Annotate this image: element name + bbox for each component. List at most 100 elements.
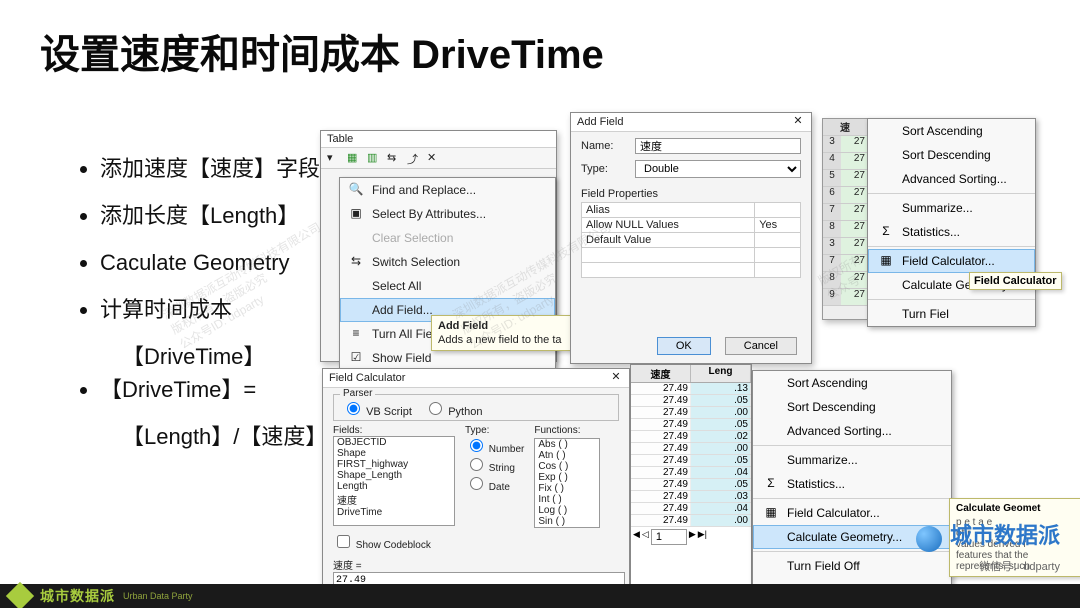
menu-item[interactable]: ▦Field Calculator... bbox=[868, 249, 1035, 273]
list-item[interactable]: Cos ( ) bbox=[535, 461, 599, 472]
menu-item-label: Switch Selection bbox=[372, 255, 460, 269]
cancel-button[interactable]: Cancel bbox=[725, 337, 797, 355]
table-nav[interactable]: ◀ ◁ ▶ ▶| bbox=[631, 527, 751, 547]
menu-item-label: Show Field bbox=[372, 351, 431, 365]
toolbar-select-icon[interactable]: ▥ bbox=[367, 151, 381, 165]
nav-last-icon[interactable]: ▶| bbox=[698, 529, 707, 545]
list-item[interactable]: 速度 bbox=[334, 492, 454, 507]
toolbar-related-icon[interactable]: ▦ bbox=[347, 151, 361, 165]
table-options-menu: 🔍Find and Replace...▣Select By Attribute… bbox=[339, 177, 556, 395]
nav-first-icon[interactable]: ◀ bbox=[633, 529, 640, 545]
footer-bar: 城市数据派 Urban Data Party bbox=[0, 584, 1080, 608]
table-row[interactable]: 27.49.00 bbox=[631, 443, 751, 455]
menu-item-icon bbox=[763, 423, 779, 439]
bullet: 【DriveTime】= bbox=[100, 373, 356, 406]
table-row[interactable]: 27.49.05 bbox=[631, 395, 751, 407]
name-label: Name: bbox=[581, 140, 627, 152]
menu-item[interactable]: Sort Ascending bbox=[753, 371, 951, 395]
fields-label: Fields: bbox=[333, 425, 455, 436]
menu-item[interactable]: Sort Ascending bbox=[868, 119, 1035, 143]
list-item[interactable]: DriveTime bbox=[334, 507, 454, 518]
nav-index-input[interactable] bbox=[651, 529, 687, 545]
menu-item-label: Summarize... bbox=[902, 201, 973, 215]
list-item[interactable]: Length bbox=[334, 481, 454, 492]
list-item[interactable]: Int ( ) bbox=[535, 494, 599, 505]
functions-listbox[interactable]: Abs ( )Atn ( )Cos ( )Exp ( )Fix ( )Int (… bbox=[534, 438, 600, 528]
table-row[interactable]: 27.49.00 bbox=[631, 515, 751, 527]
table-row[interactable]: 27.49.05 bbox=[631, 479, 751, 491]
menu-item-label: Add Field... bbox=[372, 303, 433, 317]
menu-item[interactable]: Sort Descending bbox=[868, 143, 1035, 167]
parser-vbscript-radio[interactable]: VB Script bbox=[342, 406, 412, 418]
menu-item[interactable]: Summarize... bbox=[753, 448, 951, 472]
menu-item[interactable]: ΣStatistics... bbox=[868, 220, 1035, 244]
menu-item: Clear Selection bbox=[340, 226, 555, 250]
menu-item-icon bbox=[348, 230, 364, 246]
menu-item[interactable]: Select All bbox=[340, 274, 555, 298]
field-type-select[interactable]: Double bbox=[635, 160, 801, 178]
show-codeblock-checkbox[interactable]: Show Codeblock bbox=[333, 532, 619, 551]
menu-item[interactable]: Advanced Sorting... bbox=[753, 419, 951, 443]
list-item[interactable]: Abs ( ) bbox=[535, 439, 599, 450]
nav-next-icon[interactable]: ▶ bbox=[689, 529, 696, 545]
menu-item[interactable]: Summarize... bbox=[868, 196, 1035, 220]
table-row[interactable]: 27.49.13 bbox=[631, 383, 751, 395]
list-item[interactable]: Fix ( ) bbox=[535, 483, 599, 494]
table-row[interactable]: 27.49.02 bbox=[631, 431, 751, 443]
column-context-menu-1: Sort AscendingSort Descending Advanced So… bbox=[867, 118, 1036, 327]
type-string-radio[interactable]: String bbox=[465, 455, 524, 474]
tooltip-title: Calculate Geomet bbox=[956, 503, 1080, 514]
col-header[interactable]: Leng bbox=[691, 365, 751, 382]
expression-label: 速度 = bbox=[333, 557, 619, 572]
menu-item[interactable]: 🔍Find and Replace... bbox=[340, 178, 555, 202]
field-name-input[interactable] bbox=[635, 138, 801, 154]
attribute-table[interactable]: 速度 Leng 27.49.1327.49.0527.49.0027.49.05… bbox=[630, 364, 752, 596]
close-icon[interactable]: ✕ bbox=[609, 371, 623, 385]
table-panel-title: Table bbox=[327, 133, 353, 145]
ok-button[interactable]: OK bbox=[657, 337, 711, 355]
nav-prev-icon[interactable]: ◁ bbox=[642, 529, 649, 545]
menu-item[interactable]: ⇆Switch Selection bbox=[340, 250, 555, 274]
menu-item[interactable]: ΣStatistics... bbox=[753, 472, 951, 496]
menu-item-icon bbox=[878, 306, 894, 322]
menu-item[interactable]: Sort Descending bbox=[753, 395, 951, 419]
menu-item[interactable]: Advanced Sorting... bbox=[868, 167, 1035, 191]
toolbar-switch-icon[interactable]: ⇆ bbox=[387, 151, 401, 165]
col-header[interactable]: 速度 bbox=[631, 365, 691, 382]
list-item[interactable]: FIRST_highway bbox=[334, 459, 454, 470]
parser-python-radio[interactable]: Python bbox=[424, 406, 482, 418]
menu-item-icon: ≡ bbox=[348, 326, 364, 342]
field-properties-grid[interactable]: Alias Allow NULL ValuesYes Default Value bbox=[581, 202, 801, 278]
table-row[interactable]: 27.49.04 bbox=[631, 467, 751, 479]
list-item[interactable]: OBJECTID bbox=[334, 437, 454, 448]
table-row[interactable]: 27.49.03 bbox=[631, 491, 751, 503]
list-item[interactable]: Shape_Length bbox=[334, 470, 454, 481]
toolbar-export-icon[interactable]: ⤴ bbox=[407, 151, 421, 165]
table-row[interactable]: 27.49.05 bbox=[631, 419, 751, 431]
list-item[interactable]: Shape bbox=[334, 448, 454, 459]
type-label: Type: bbox=[581, 163, 627, 175]
menu-item-icon bbox=[878, 147, 894, 163]
list-item[interactable]: Sin ( ) bbox=[535, 516, 599, 527]
list-item[interactable]: Atn ( ) bbox=[535, 450, 599, 461]
type-number-radio[interactable]: Number bbox=[465, 436, 524, 455]
toolbar-menu-icon[interactable]: ▾ bbox=[327, 151, 341, 165]
menu-item[interactable]: ▣Select By Attributes... bbox=[340, 202, 555, 226]
menu-item[interactable]: Turn Fiel bbox=[868, 302, 1035, 326]
table-toolbar[interactable]: ▾ ▦ ▥ ⇆ ⤴ ✕ bbox=[321, 148, 556, 169]
menu-item-icon bbox=[763, 375, 779, 391]
fields-listbox[interactable]: OBJECTIDShapeFIRST_highwayShape_LengthLe… bbox=[333, 436, 455, 526]
bullet: Caculate Geometry bbox=[100, 246, 356, 279]
list-item[interactable]: Exp ( ) bbox=[535, 472, 599, 483]
menu-item-icon bbox=[878, 171, 894, 187]
type-date-radio[interactable]: Date bbox=[465, 474, 524, 493]
functions-label: Functions: bbox=[534, 425, 598, 436]
menu-item-label: Advanced Sorting... bbox=[902, 172, 1007, 186]
table-row[interactable]: 27.49.04 bbox=[631, 503, 751, 515]
close-icon[interactable]: ✕ bbox=[791, 115, 805, 129]
table-row[interactable]: 27.49.05 bbox=[631, 455, 751, 467]
toolbar-close-icon[interactable]: ✕ bbox=[427, 151, 441, 165]
list-item[interactable]: Sqr ( ) bbox=[535, 527, 599, 528]
list-item[interactable]: Log ( ) bbox=[535, 505, 599, 516]
table-row[interactable]: 27.49.00 bbox=[631, 407, 751, 419]
